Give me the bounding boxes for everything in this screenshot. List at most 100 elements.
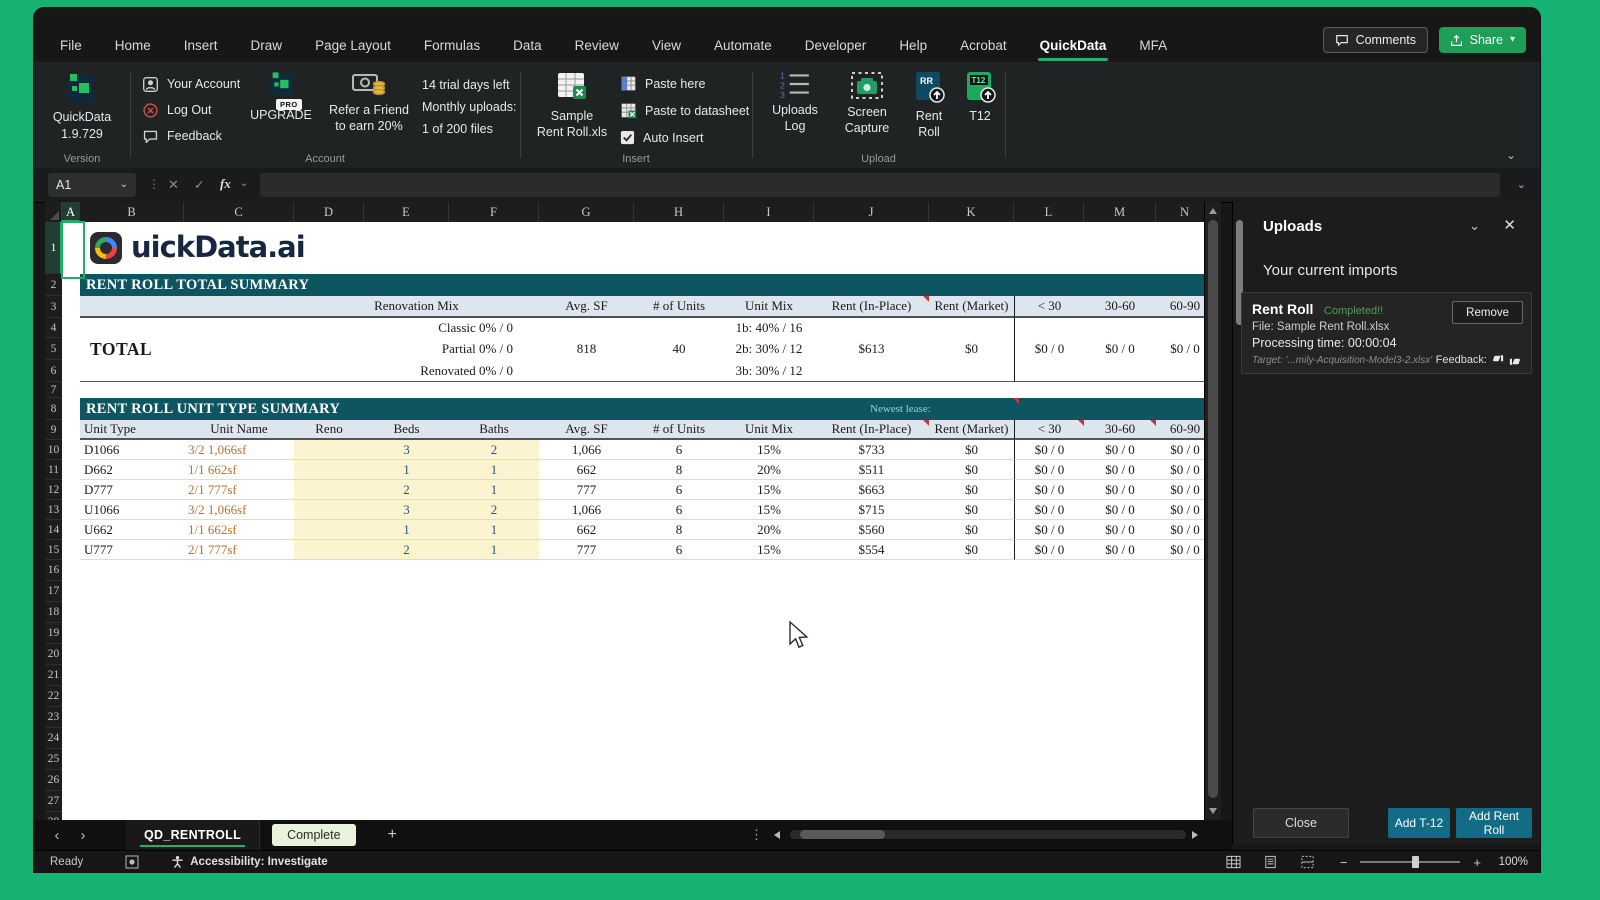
baths-cell[interactable]: 1 [449, 460, 539, 480]
reno-line-partial[interactable]: Partial 0% / 0 [294, 338, 539, 360]
row-header-19[interactable]: 19 [45, 623, 62, 644]
scroll-up-arrow[interactable] [1209, 208, 1217, 214]
bucket-60-90-cell[interactable]: $0 / 0 [1156, 540, 1204, 560]
cell[interactable] [184, 318, 294, 338]
cell[interactable] [634, 318, 724, 338]
cell[interactable] [1014, 360, 1084, 382]
row-header-23[interactable]: 23 [45, 707, 62, 728]
screen-capture-button[interactable]: Screen Capture [834, 70, 900, 136]
unit-mix-cell[interactable]: 20% [724, 520, 814, 540]
unit-mix-cell[interactable]: 15% [724, 440, 814, 460]
prev-sheet-arrow[interactable]: ‹ [44, 827, 70, 844]
bucket-30-60-cell[interactable]: $0 / 0 [1084, 540, 1156, 560]
row-header-11[interactable]: 11 [45, 460, 62, 480]
header-reno[interactable]: Reno [294, 420, 364, 440]
beds-cell[interactable]: 2 [364, 540, 449, 560]
header-30-60[interactable]: 30-60 [1084, 420, 1156, 440]
unit-type-cell[interactable]: U662 [80, 520, 184, 540]
baths-cell[interactable]: 1 [449, 540, 539, 560]
bucket-under-30-cell[interactable]: $0 / 0 [1014, 480, 1084, 500]
header-60-90[interactable]: 60-90 [1156, 296, 1204, 318]
bucket-under-30-cell[interactable]: $0 / 0 [1014, 520, 1084, 540]
normal-view-icon[interactable] [1226, 855, 1241, 869]
unit-mix-line-2b[interactable]: 2b: 30% / 12 [724, 338, 814, 360]
bucket-under-30-cell[interactable]: $0 / 0 [1014, 500, 1084, 520]
menu-tab-insert[interactable]: Insert [184, 38, 218, 53]
cell[interactable] [62, 420, 80, 440]
your-account-button[interactable]: Your Account [142, 71, 240, 97]
rent-in-place-cell[interactable]: $560 [814, 520, 929, 540]
sheet-tab-complete[interactable]: Complete [272, 824, 356, 846]
rent-in-place-cell[interactable]: $733 [814, 440, 929, 460]
total-summary-title-band[interactable]: RENT ROLL TOTAL SUMMARY [80, 274, 1204, 296]
row-header-18[interactable]: 18 [45, 602, 62, 623]
cell[interactable] [62, 398, 80, 420]
menu-tab-page-layout[interactable]: Page Layout [315, 38, 391, 53]
bucket-60-90-cell[interactable]: $0 / 0 [1156, 480, 1204, 500]
reno-cell[interactable] [294, 480, 364, 500]
cell[interactable] [929, 318, 1014, 338]
rent-market-cell[interactable]: $0 [929, 460, 1014, 480]
pane-options-chevron[interactable]: ⌄ [1469, 218, 1480, 234]
row-header-6[interactable]: 6 [45, 360, 62, 382]
column-header-g[interactable]: G [539, 202, 634, 222]
formula-bar-handle[interactable]: ⋮ [148, 177, 160, 191]
menu-tab-acrobat[interactable]: Acrobat [960, 38, 1007, 53]
cell[interactable] [62, 296, 80, 318]
zoom-slider-thumb[interactable] [1412, 856, 1419, 868]
header-rent-market[interactable]: Rent (Market) [929, 420, 1014, 440]
total-bucket-30-60[interactable]: $0 / 0 [1084, 338, 1156, 360]
vertical-scrollbar[interactable] [1204, 202, 1221, 820]
unit-name-cell[interactable]: 1/1 662sf [184, 460, 294, 480]
row-header-27[interactable]: 27 [45, 791, 62, 812]
row-header-26[interactable]: 26 [45, 770, 62, 791]
add-t12-button[interactable]: Add T-12 [1388, 808, 1450, 838]
total-bucket-60-90[interactable]: $0 / 0 [1156, 338, 1204, 360]
accessibility-status[interactable]: Accessibility: Investigate [171, 855, 327, 869]
menu-tab-data[interactable]: Data [513, 38, 542, 53]
unit-name-cell[interactable]: 1/1 662sf [184, 520, 294, 540]
column-header-c[interactable]: C [184, 202, 294, 222]
reno-cell[interactable] [294, 540, 364, 560]
row-header-16[interactable]: 16 [45, 560, 62, 581]
formula-input[interactable] [260, 173, 1500, 197]
zoom-out-button[interactable]: − [1340, 855, 1348, 870]
beds-cell[interactable]: 3 [364, 440, 449, 460]
rent-market-cell[interactable]: $0 [929, 520, 1014, 540]
reno-cell[interactable] [294, 520, 364, 540]
cell[interactable] [80, 296, 184, 318]
bucket-60-90-cell[interactable]: $0 / 0 [1156, 500, 1204, 520]
unit-type-cell[interactable]: U777 [80, 540, 184, 560]
total-label[interactable]: TOTAL [80, 338, 184, 360]
total-rent-market[interactable]: $0 [929, 338, 1014, 360]
menu-tab-mfa[interactable]: MFA [1139, 38, 1167, 53]
share-button[interactable]: Share ▾ [1439, 27, 1526, 53]
expand-formula-bar-chevron[interactable]: ⌄ [1517, 178, 1526, 191]
reno-cell[interactable] [294, 460, 364, 480]
comments-button[interactable]: Comments [1323, 27, 1428, 53]
row-header-8[interactable]: 8 [45, 398, 62, 420]
cell[interactable] [184, 360, 294, 382]
header-unit-mix[interactable]: Unit Mix [724, 420, 814, 440]
menu-tab-help[interactable]: Help [899, 38, 927, 53]
hscroll-left-arrow[interactable] [774, 831, 780, 839]
column-header-n[interactable]: N [1156, 202, 1204, 222]
menu-tab-home[interactable]: Home [115, 38, 151, 53]
menu-tab-review[interactable]: Review [575, 38, 619, 53]
header-under-30[interactable]: < 30 [1014, 296, 1084, 318]
row-header-1[interactable]: 1 [45, 222, 62, 274]
avg-sf-cell[interactable]: 662 [539, 520, 634, 540]
row-header-3[interactable]: 3 [45, 296, 62, 318]
header-unit-mix[interactable]: Unit Mix [724, 296, 814, 318]
header-beds[interactable]: Beds [364, 420, 449, 440]
cell[interactable] [62, 318, 80, 338]
row-header-28[interactable]: 28 [45, 812, 62, 820]
row-header-14[interactable]: 14 [45, 520, 62, 540]
column-header-f[interactable]: F [449, 202, 539, 222]
row-header-24[interactable]: 24 [45, 728, 62, 749]
thumbs-down-icon[interactable] [1492, 354, 1504, 366]
cell[interactable] [62, 500, 80, 520]
unit-mix-cell[interactable]: 15% [724, 540, 814, 560]
num-units-cell[interactable]: 8 [634, 520, 724, 540]
bucket-under-30-cell[interactable]: $0 / 0 [1014, 440, 1084, 460]
